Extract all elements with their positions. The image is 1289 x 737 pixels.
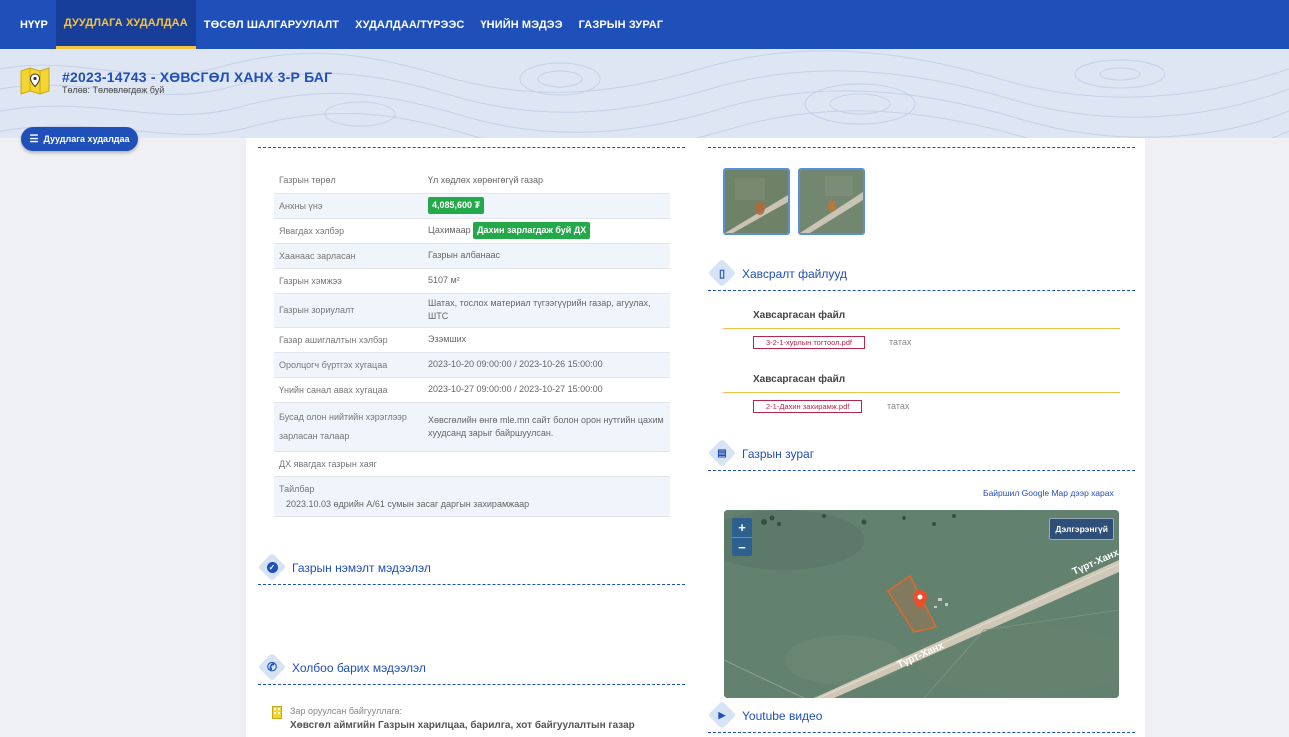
note-cell: Тайлбар 2023.10.03 өдрийн А/61 сумын зас… <box>274 476 670 517</box>
auction-type-value: Цахимаар <box>428 225 471 235</box>
row-value: Үл хөдлөх хөрөнгөгүй газар <box>428 168 670 194</box>
section-title-youtube: Youtube видео <box>742 709 823 723</box>
org-label: Зар оруулсан байгууллага: <box>290 706 403 716</box>
section-title-land-map: Газрын зураг <box>742 447 815 461</box>
row-key: Газрын хэмжээ <box>274 268 428 294</box>
youtube-icon: ▶ <box>707 700 737 730</box>
row-value: Шатах, тослох материал түгээгүүрийн газа… <box>428 293 670 328</box>
auction-list-button-label: Дуудлага худалдаа <box>43 134 130 144</box>
map-zoom-control: + − <box>732 518 752 556</box>
row-value: 4,085,600 ₮ <box>428 193 670 219</box>
section-title-attachments: Хавсралт файлууд <box>742 267 847 281</box>
section-head-images <box>708 118 1135 148</box>
auction-list-button[interactable]: ☰ Дуудлага худалдаа <box>21 127 138 151</box>
section-title-extra-info: Газрын нэмэлт мэдээлэл <box>292 561 431 575</box>
map-icon: ▤ <box>707 438 737 468</box>
attachment-file-link[interactable]: 2-1-Дахин захирамж.pdf <box>753 400 863 413</box>
nav-home[interactable]: НҮҮР <box>12 0 56 49</box>
price-badge: 4,085,600 ₮ <box>428 197 485 214</box>
row-value: Эзэмших <box>428 327 670 353</box>
nav-land-map[interactable]: ГАЗРЫН ЗУРАГ <box>571 0 672 49</box>
table-row: Анхны үнэ 4,085,600 ₮ <box>274 193 670 219</box>
attachment-heading: Хавсаргасан файл <box>753 310 846 321</box>
row-key: Хаанаас зарласан <box>274 243 428 269</box>
building-icon <box>272 706 282 719</box>
table-row: Тайлбар 2023.10.03 өдрийн А/61 сумын зас… <box>274 476 670 517</box>
download-link[interactable]: татах <box>887 401 909 411</box>
satellite-thumb-image <box>800 170 863 233</box>
table-row: Явагдах хэлбэр Цахимаар Дахин зарлагдаж … <box>274 218 670 244</box>
table-row: Оролцогч бүртгэх хугацаа 2023-10-20 09:0… <box>274 352 670 378</box>
nav-price-info[interactable]: ҮНИЙН МЭДЭЭ <box>472 0 570 49</box>
nav-sale-rent[interactable]: ХУДАЛДАА/ТҮРЭЭС <box>347 0 472 49</box>
section-head-attachments: ▯ Хавсралт файлууд <box>707 258 1135 291</box>
attachment-file-link[interactable]: 3-2-1-хурлын тогтоол.pdf <box>753 336 866 349</box>
row-key: Газрын зориулалт <box>274 293 428 328</box>
section-head-youtube: ▶ Youtube видео <box>707 700 1135 733</box>
row-key: Тайлбар <box>279 483 315 494</box>
map-details-button[interactable]: Дэлгэрэнгүй <box>1049 518 1114 540</box>
attachment-divider <box>723 392 1120 393</box>
section-head-land-info <box>258 118 685 148</box>
check-icon: ✓ <box>257 552 287 582</box>
row-key: Газар ашиглалтын хэлбэр <box>274 327 428 353</box>
row-key: Оролцогч бүртгэх хугацаа <box>274 352 428 378</box>
row-value: 2023-10-20 09:00:00 / 2023-10-26 15:00:0… <box>428 352 670 378</box>
section-head-land-map: ▤ Газрын зураг <box>707 438 1135 471</box>
table-row: Үнийн санал авах хугацаа 2023-10-27 09:0… <box>274 377 670 403</box>
row-value: Хөвсгөлийн өнгө mle.mn сайт болон орон н… <box>428 402 670 452</box>
row-value: Газрын албанаас <box>428 243 670 269</box>
satellite-thumb-image <box>725 170 788 233</box>
lot-title: #2023-14743 - ХӨВСГӨЛ ХАНХ 3-Р БАГ <box>62 69 333 85</box>
zoom-out-button[interactable]: − <box>732 537 752 556</box>
attachment-heading: Хавсаргасан файл <box>753 374 846 385</box>
row-value: 2023-10-27 09:00:00 / 2023-10-27 15:00:0… <box>428 377 670 403</box>
row-key: Үнийн санал авах хугацаа <box>274 377 428 403</box>
row-value: 2023.10.03 өдрийн А/61 сумын засаг даргы… <box>286 498 530 509</box>
nav-project-selection[interactable]: ТӨСӨЛ ШАЛГАРУУЛАЛТ <box>196 0 347 49</box>
document-icon: ▯ <box>707 258 737 288</box>
folded-map-icon <box>20 67 50 95</box>
table-row: ДХ явагдах газрын хаяг <box>274 451 670 477</box>
table-row: Газар ашиглалтын хэлбэр Эзэмших <box>274 327 670 353</box>
row-value: Цахимаар Дахин зарлагдаж буй ДХ <box>428 218 670 244</box>
table-row: Бусад олон нийтийн хэрэглээр зарласан та… <box>274 402 670 452</box>
row-key: Бусад олон нийтийн хэрэглээр зарласан та… <box>274 402 428 452</box>
land-map-view[interactable]: Түрт-Ханх Түрт-Ханх + − Дэлгэрэнгүй <box>724 510 1119 698</box>
row-value: 5107 м² <box>428 268 670 294</box>
download-link[interactable]: татах <box>889 337 911 347</box>
row-key: Анхны үнэ <box>274 193 428 219</box>
row-key: Газрын төрөл <box>274 168 428 194</box>
section-title-contact: Холбоо барих мэдээлэл <box>292 661 426 675</box>
attachment-divider <box>723 328 1120 329</box>
top-nav: НҮҮР ДУУДЛАГА ХУДАЛДАА ТӨСӨЛ ШАЛГАРУУЛАЛ… <box>0 0 1289 49</box>
land-details-table: Газрын төрөл Үл хөдлөх хөрөнгөгүй газар … <box>274 168 670 517</box>
land-photo-thumb[interactable] <box>723 168 790 235</box>
row-key: Явагдах хэлбэр <box>274 218 428 244</box>
land-photo-thumb[interactable] <box>798 168 865 235</box>
row-key: ДХ явагдах газрын хаяг <box>274 451 428 477</box>
section-head-extra-info: ✓ Газрын нэмэлт мэдээлэл <box>257 552 685 585</box>
nav-auction[interactable]: ДУУДЛАГА ХУДАЛДАА <box>55 0 196 49</box>
table-row: Газрын хэмжээ 5107 м² <box>274 268 670 294</box>
lot-status: Төлөв: Төлөвлөгдөж буй <box>62 85 165 95</box>
section-head-contact: ✆ Холбоо барих мэдээлэл <box>257 652 685 685</box>
org-name: Хөвсгөл аймгийн Газрын харилцаа, барилга… <box>290 720 635 731</box>
phone-icon: ✆ <box>257 652 287 682</box>
zoom-in-button[interactable]: + <box>732 518 752 537</box>
google-map-link[interactable]: Байршил Google Map дээр харах <box>983 488 1114 498</box>
table-row: Газрын зориулалт Шатах, тослох материал … <box>274 293 670 328</box>
table-row: Хаанаас зарласан Газрын албанаас <box>274 243 670 269</box>
table-row: Газрын төрөл Үл хөдлөх хөрөнгөгүй газар <box>274 168 670 194</box>
row-value <box>428 451 670 477</box>
list-icon: ☰ <box>29 133 39 145</box>
reannounced-badge: Дахин зарлагдаж буй ДХ <box>473 222 591 239</box>
